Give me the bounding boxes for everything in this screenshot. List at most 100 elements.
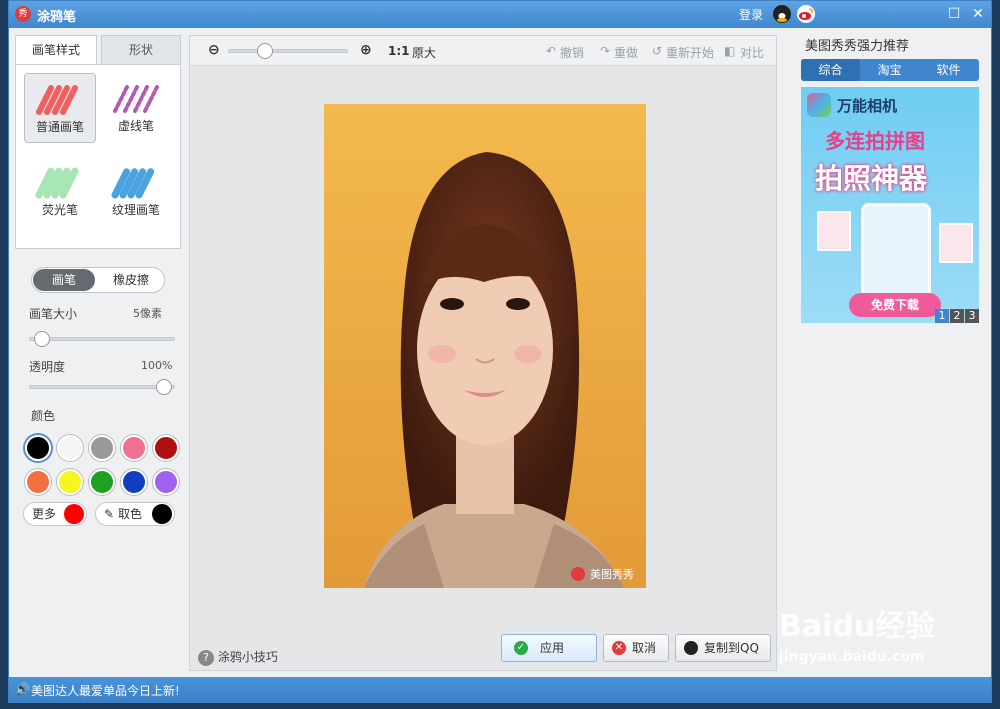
brush-label: 荧光笔 xyxy=(41,203,78,217)
pick-label: 取色 xyxy=(118,507,143,521)
baidu-url: jingyan.baidu.com xyxy=(779,649,925,665)
tab-shape[interactable]: 形状 xyxy=(101,35,181,65)
brush-texture[interactable]: 纹理画笔 xyxy=(100,157,172,227)
eraser-mode-button[interactable]: 橡皮擦 xyxy=(100,269,162,291)
brush-tabs: 画笔样式 形状 xyxy=(15,35,181,65)
highlighter-icon xyxy=(35,167,79,199)
ad-page-3[interactable]: 3 xyxy=(965,309,979,323)
title-bar: 秀 涂鸦笔 登录 ☐ ✕ xyxy=(9,1,991,28)
login-link[interactable]: 登录 xyxy=(739,6,763,23)
color-swatch[interactable] xyxy=(153,469,179,495)
eyedropper-button[interactable]: ✎ 取色 xyxy=(95,502,175,526)
brush-normal[interactable]: 普通画笔 xyxy=(24,73,96,143)
tab-software[interactable]: 软件 xyxy=(919,59,978,81)
tips-link[interactable]: ? 涂鸦小技巧 xyxy=(198,648,278,666)
brush-list: 普通画笔 虚线笔 荧光笔 纹理画笔 xyxy=(15,64,181,249)
opacity-label: 透明度 xyxy=(29,360,66,374)
color-swatch[interactable] xyxy=(89,469,115,495)
window-title: 涂鸦笔 xyxy=(37,10,77,25)
zoom-slider[interactable] xyxy=(228,43,348,59)
check-icon: ✓ xyxy=(514,641,528,655)
photo-watermark: 美图秀秀 xyxy=(590,568,634,581)
brush-highlighter[interactable]: 荧光笔 xyxy=(24,157,96,227)
zoom-out-icon[interactable]: ⊖ xyxy=(208,42,220,58)
zoom-ratio[interactable]: 1:1 xyxy=(388,44,410,58)
copy-to-qq-button[interactable]: 复制到QQ xyxy=(675,634,771,662)
ad-app-name: 万能相机 xyxy=(837,97,898,115)
recommend-panel: 美图秀秀强力推荐 综合 淘宝 软件 万能相机 多连拍拼图 拍照神器 免费下载 1… xyxy=(801,35,981,335)
opacity-slider-knob[interactable] xyxy=(156,379,172,395)
more-colors-button[interactable]: 更多 xyxy=(23,502,87,526)
color-swatch[interactable] xyxy=(25,469,51,495)
weibo-icon[interactable] xyxy=(797,5,815,23)
brush-label: 普通画笔 xyxy=(35,120,84,134)
left-panel: 画笔样式 形状 普通画笔 虚线笔 荧光笔 纹理画笔 画笔 橡皮擦 画笔大小 5像… xyxy=(15,35,181,671)
canvas-area: ⊖ ⊕ 1:1 原大 ↶ 撤销 ↷ 重做 ↺ 重新开始 ◧ 对比 美图秀秀 ? … xyxy=(189,35,777,671)
tab-taobao[interactable]: 淘宝 xyxy=(860,59,919,81)
tips-label: 涂鸦小技巧 xyxy=(217,650,278,664)
restart-icon: ↺ xyxy=(652,44,663,58)
maximize-button[interactable]: ☐ xyxy=(945,5,963,23)
color-swatch[interactable] xyxy=(25,435,51,461)
ad-banner[interactable]: 万能相机 多连拍拼图 拍照神器 免费下载 1 2 3 xyxy=(801,87,979,323)
recommend-title: 美图秀秀强力推荐 xyxy=(805,39,910,54)
ad-headline-1: 多连拍拼图 xyxy=(825,129,925,153)
qq-icon[interactable] xyxy=(773,5,791,23)
compare-button[interactable]: 对比 xyxy=(740,44,764,61)
photo-thumb-icon xyxy=(817,211,851,251)
baidu-watermark: Baidu经验 jingyan.baidu.com xyxy=(779,601,935,665)
baidu-watermark-text: Baidu经验 xyxy=(779,609,936,644)
undo-button[interactable]: 撤销 xyxy=(560,44,584,61)
redo-icon: ↷ xyxy=(600,44,611,58)
speaker-icon: 🔊 xyxy=(15,682,30,696)
color-swatch[interactable] xyxy=(153,435,179,461)
brush-label: 纹理画笔 xyxy=(111,203,160,217)
restart-button[interactable]: 重新开始 xyxy=(666,44,714,61)
graffiti-window: 秀 涂鸦笔 登录 ☐ ✕ 画笔样式 形状 普通画笔 虚线笔 荧光笔 纹理画笔 画… xyxy=(8,0,992,703)
status-text[interactable]: 美图达人最爱单品今日上新! xyxy=(31,682,180,699)
zoom-in-icon[interactable]: ⊕ xyxy=(360,42,372,58)
color-swatch[interactable] xyxy=(89,435,115,461)
phone-image xyxy=(861,203,931,299)
status-bar: 🔊 美图达人最爱单品今日上新! xyxy=(9,677,991,703)
redo-button[interactable]: 重做 xyxy=(614,44,638,61)
photo-thumb-icon xyxy=(939,223,973,263)
tab-brush-style[interactable]: 画笔样式 xyxy=(15,35,97,65)
ad-download-button[interactable]: 免费下载 xyxy=(849,293,941,317)
recommend-tabs: 综合 淘宝 软件 xyxy=(801,59,979,81)
dashed-brush-icon xyxy=(113,85,159,113)
color-swatch[interactable] xyxy=(57,469,83,495)
brush-dashed[interactable]: 虚线笔 xyxy=(100,73,172,143)
help-icon: ? xyxy=(198,650,214,666)
apply-button[interactable]: ✓ 应用 xyxy=(501,634,597,662)
current-color-dot xyxy=(64,504,84,524)
color-swatch[interactable] xyxy=(121,435,147,461)
eyedropper-icon: ✎ xyxy=(104,507,115,521)
ad-page-1[interactable]: 1 xyxy=(935,309,949,323)
color-label: 颜色 xyxy=(31,409,56,423)
size-slider-knob[interactable] xyxy=(34,331,50,347)
original-size-button[interactable]: 原大 xyxy=(412,44,436,61)
picked-color-dot xyxy=(152,504,172,524)
color-swatch[interactable] xyxy=(57,435,83,461)
zoom-slider-knob[interactable] xyxy=(257,43,273,59)
brush-mode-button[interactable]: 画笔 xyxy=(33,269,95,291)
ad-headline-2: 拍照神器 xyxy=(815,162,928,195)
photo-canvas[interactable]: 美图秀秀 xyxy=(324,104,646,588)
size-slider[interactable] xyxy=(29,331,175,347)
close-button[interactable]: ✕ xyxy=(969,5,987,23)
cancel-icon: ✕ xyxy=(612,641,626,655)
opacity-slider[interactable] xyxy=(29,379,175,395)
normal-brush-icon xyxy=(36,85,78,115)
apply-label: 应用 xyxy=(540,641,565,655)
app-logo-icon: 秀 xyxy=(15,6,31,22)
more-label: 更多 xyxy=(32,507,57,521)
texture-brush-icon xyxy=(111,167,155,199)
size-value: 5像素 xyxy=(133,307,162,320)
color-swatch[interactable] xyxy=(121,469,147,495)
ad-page-2[interactable]: 2 xyxy=(950,309,964,323)
tab-general[interactable]: 综合 xyxy=(801,59,860,81)
camera-app-icon xyxy=(807,93,831,117)
cancel-button[interactable]: ✕ 取消 xyxy=(603,634,669,662)
compare-icon: ◧ xyxy=(724,44,736,58)
